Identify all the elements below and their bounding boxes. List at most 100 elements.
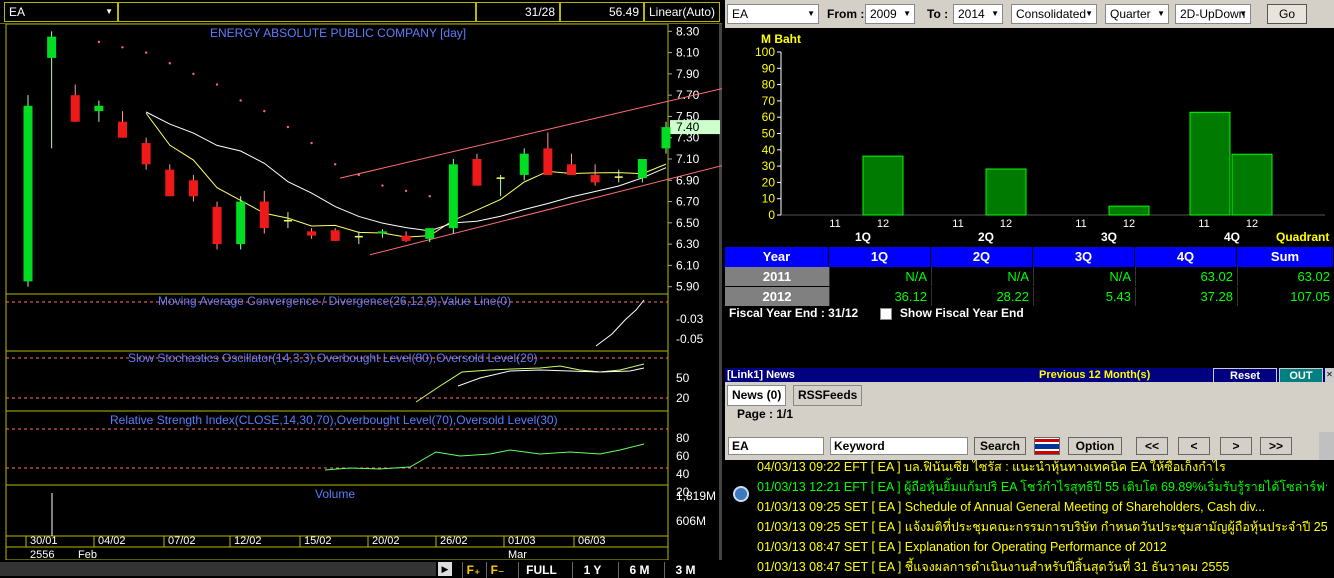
news-item[interactable]: 04/03/13 09:22 EFT [ EA ] บล.ฟินันเซีย ไ…	[757, 460, 1327, 477]
news-search-bar: EA Keyword Search Option << < > >>	[725, 432, 1334, 460]
price-axis-label: 6.70	[676, 195, 700, 209]
scroll-right-icon[interactable]: ▶	[438, 562, 452, 576]
volume-axis-label: 606M	[676, 514, 706, 528]
sar-dot	[121, 46, 124, 49]
rsi-axis-label: 60	[676, 449, 690, 463]
news-scrollbar[interactable]	[1319, 432, 1334, 460]
volume-title: Volume	[315, 487, 355, 501]
y-tick-label: 10	[762, 192, 776, 206]
chevron-down-icon: ▼	[1157, 9, 1165, 18]
page-label: Page : 1/1	[737, 407, 794, 421]
date-label: 01/03	[508, 535, 536, 547]
news-item[interactable]: 01/03/13 12:21 EFT [ EA ] ผู้ถือหุ้นยิ้ม…	[757, 477, 1327, 497]
zoom-in-icon[interactable]: F₊	[462, 562, 484, 578]
toolbar-spacer	[118, 2, 476, 22]
table-header: Sum	[1237, 247, 1334, 267]
price-axis-label: 7.90	[676, 67, 700, 81]
consolidation-select[interactable]: Consolidated ▼	[1011, 4, 1097, 24]
range-3m-button[interactable]: 3 M	[664, 562, 706, 578]
table-cell: 28.22	[931, 287, 1033, 306]
table-cell: 63.02	[1135, 267, 1237, 286]
bar-4Q-11	[1189, 111, 1231, 216]
news-item[interactable]: 01/03/13 08:47 SET [ EA ] ชี้แจงผลการดำเ…	[757, 557, 1327, 577]
next-page-button[interactable]: >	[1220, 437, 1252, 455]
to-year-select[interactable]: 2014 ▼	[953, 4, 1003, 24]
candle-body	[70, 95, 80, 122]
zoom-out-icon[interactable]: F₋	[486, 562, 508, 578]
y-tick-label: 60	[762, 110, 776, 124]
from-year-select[interactable]: 2009 ▼	[865, 4, 915, 24]
table-cell: 5.43	[1033, 287, 1135, 306]
table-header: Year	[725, 247, 829, 267]
candle	[330, 228, 340, 241]
news-item[interactable]: 01/03/13 09:25 SET [ EA ] แจ้งมติที่ประช…	[757, 517, 1327, 537]
stock-chart[interactable]: 8.308.107.907.707.507.307.106.906.706.50…	[0, 24, 722, 560]
candle-body	[23, 105, 33, 282]
symbol-select[interactable]: EA ▼	[4, 2, 118, 22]
tab-news[interactable]: News (0)	[727, 385, 787, 406]
option-button[interactable]: Option	[1068, 437, 1122, 455]
keyword-input[interactable]: Keyword	[830, 437, 968, 455]
range-1y-button[interactable]: 1 Y	[572, 562, 612, 578]
range-full-button[interactable]: FULL	[518, 562, 564, 578]
candle	[519, 148, 529, 181]
candle-body	[590, 174, 600, 183]
candle	[212, 201, 222, 250]
date-label: 12/02	[234, 535, 262, 547]
last-page-button[interactable]: >>	[1260, 437, 1292, 455]
scale-mode[interactable]: Linear(Auto)	[644, 2, 720, 22]
fin-symbol-select[interactable]: EA ▼	[727, 4, 819, 24]
news-item[interactable]: 01/03/13 08:47 SET [ EA ] Explanation fo…	[757, 537, 1327, 557]
search-button[interactable]: Search	[974, 437, 1026, 455]
candle	[472, 153, 482, 186]
y-tick-label: 70	[762, 94, 776, 108]
candle	[496, 174, 505, 197]
thai-flag-icon[interactable]	[1034, 437, 1060, 455]
price-axis-label: 6.10	[676, 258, 700, 272]
fiscal-year-row: Fiscal Year End : 31/12 Show Fiscal Year…	[729, 306, 1024, 320]
news-item[interactable]: 01/03/13 09:25 SET [ EA ] Schedule of An…	[757, 497, 1327, 517]
news-panel: [Link1] News Previous 12 Month(s) Reset …	[725, 368, 1334, 578]
candle-body	[212, 206, 222, 245]
quarterly-bar-chart: M Baht 0 10 20 30 40 50 60 70 80 90 100 Quadrant 11 1…	[755, 32, 1329, 244]
period-value: Quarter	[1110, 7, 1151, 21]
candle	[23, 95, 33, 287]
candle	[47, 31, 57, 149]
tab-rssfeeds[interactable]: RSSFeeds	[793, 385, 863, 406]
news-symbol-input[interactable]: EA	[728, 437, 824, 455]
category-label: 2Q	[978, 230, 994, 244]
go-button[interactable]: Go	[1267, 4, 1307, 24]
bar-2Q-12	[985, 168, 1027, 216]
chart-scrollbar[interactable]	[0, 562, 436, 576]
series-tick-label: 12	[1246, 218, 1258, 230]
first-page-button[interactable]: <<	[1136, 437, 1168, 455]
macd-axis-label: -0.03	[676, 312, 704, 326]
candle-body	[259, 201, 269, 229]
candle-body	[236, 201, 246, 245]
y-tick-label: 90	[762, 61, 776, 75]
close-icon[interactable]: ✕	[1325, 368, 1334, 382]
view-select[interactable]: 2D-UpDown ▼	[1175, 4, 1251, 24]
candle	[141, 137, 151, 170]
rsi-axis-label: 80	[676, 431, 690, 445]
category-label: 1Q	[855, 230, 871, 244]
sar-dot	[381, 184, 384, 187]
quadrant-label: Quadrant	[1276, 230, 1329, 244]
macd-title: Moving Average Convergence / Divergence(…	[158, 294, 511, 308]
symbol-value: EA	[9, 5, 26, 19]
prev-page-button[interactable]: <	[1178, 437, 1210, 455]
year-label: Mar	[508, 549, 527, 560]
chevron-down-icon: ▼	[991, 9, 999, 18]
table-cell: 37.28	[1135, 287, 1237, 306]
chevron-down-icon: ▼	[903, 9, 911, 18]
table-cell: 63.02	[1237, 267, 1334, 286]
stoch-axis-label: 20	[676, 391, 690, 405]
period-select[interactable]: Quarter ▼	[1105, 4, 1169, 24]
chevron-down-icon: ▼	[105, 7, 113, 16]
table-cell: N/A	[829, 267, 931, 286]
candle	[118, 111, 128, 138]
table-header: 1Q	[829, 247, 931, 267]
range-6m-button[interactable]: 6 M	[618, 562, 660, 578]
show-fiscal-checkbox[interactable]	[879, 307, 892, 320]
sar-dot	[333, 163, 337, 166]
